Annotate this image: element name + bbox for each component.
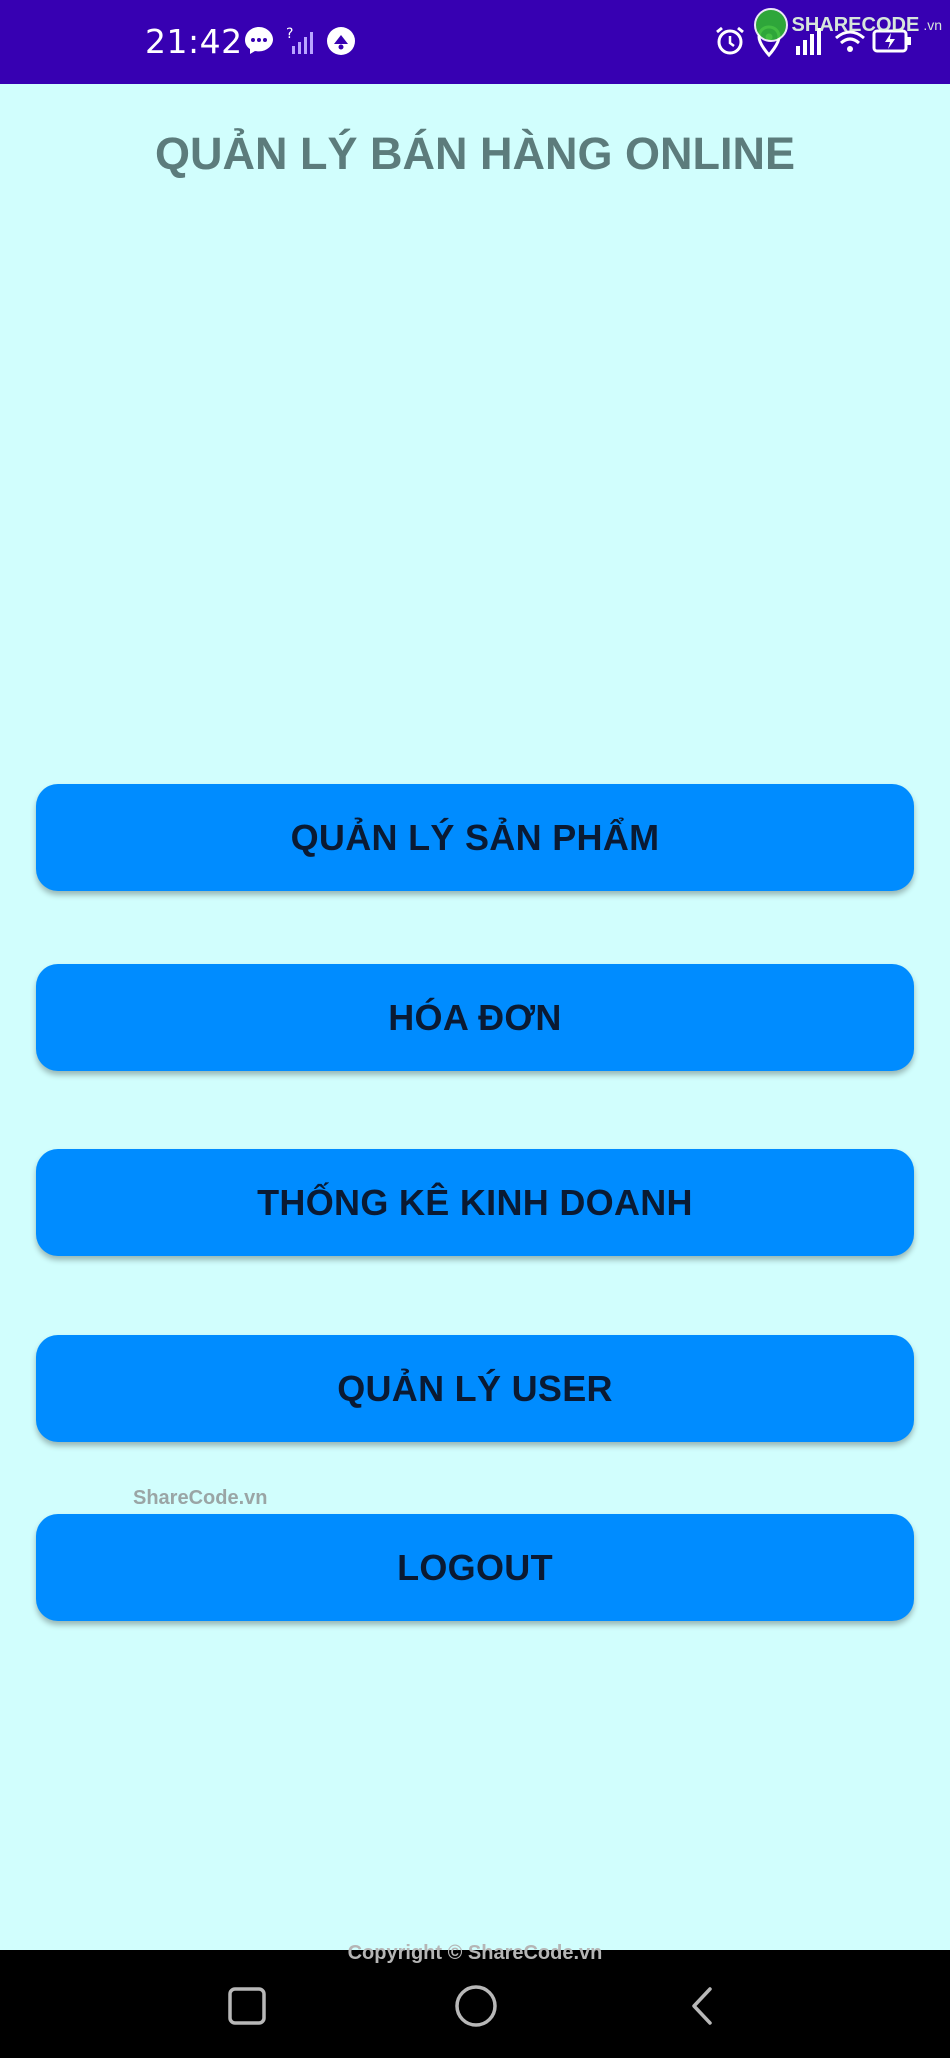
invoices-label: HÓA ĐƠN bbox=[388, 996, 562, 1038]
manage-products-button[interactable]: QUẢN LÝ SẢN PHẨM bbox=[36, 784, 914, 891]
logout-button[interactable]: LOGOUT bbox=[36, 1514, 914, 1621]
copyright-text: Copyright © ShareCode.vn bbox=[347, 1942, 603, 1964]
watermark-brand: SHARECODE bbox=[791, 13, 920, 36]
back-icon bbox=[692, 1987, 712, 2025]
business-statistics-button[interactable]: THỐNG KÊ KINH DOANH bbox=[36, 1149, 914, 1256]
manage-users-button[interactable]: QUẢN LÝ USER bbox=[36, 1335, 914, 1442]
page-title: QUẢN LÝ BÁN HÀNG ONLINE bbox=[155, 128, 795, 179]
navigation-bar bbox=[0, 1950, 950, 2058]
status-time: 21:42 bbox=[145, 22, 243, 61]
invoices-button[interactable]: HÓA ĐƠN bbox=[36, 964, 914, 1071]
recent-apps-icon bbox=[228, 1987, 266, 2025]
manage-users-label: QUẢN LÝ USER bbox=[337, 1367, 613, 1409]
signal-unknown-icon: ? bbox=[286, 26, 313, 54]
manage-products-label: QUẢN LÝ SẢN PHẨM bbox=[290, 816, 660, 858]
logout-label: LOGOUT bbox=[397, 1546, 553, 1588]
sharecode-logo-icon bbox=[753, 8, 788, 42]
sharecode-watermark-logo: SHARECODE .vn bbox=[753, 8, 942, 42]
watermark-suffix: .vn bbox=[923, 17, 942, 33]
screen: 21:42 ? SHARECODE .vn QUẢN LÝ BÁN HÀNG O… bbox=[0, 0, 950, 2058]
back-button[interactable] bbox=[675, 1978, 731, 2034]
watermark-text: ShareCode.vn bbox=[133, 1487, 268, 1509]
svg-text:?: ? bbox=[286, 26, 293, 42]
messenger-icon bbox=[245, 27, 273, 54]
status-bar: 21:42 ? SHARECODE .vn bbox=[0, 0, 950, 84]
app-notification-icon bbox=[327, 27, 355, 55]
home-button[interactable] bbox=[448, 1978, 504, 2034]
recent-apps-button[interactable] bbox=[219, 1978, 275, 2034]
home-icon bbox=[455, 1985, 497, 2027]
alarm-icon bbox=[716, 26, 744, 55]
business-statistics-label: THỐNG KÊ KINH DOANH bbox=[257, 1181, 693, 1223]
